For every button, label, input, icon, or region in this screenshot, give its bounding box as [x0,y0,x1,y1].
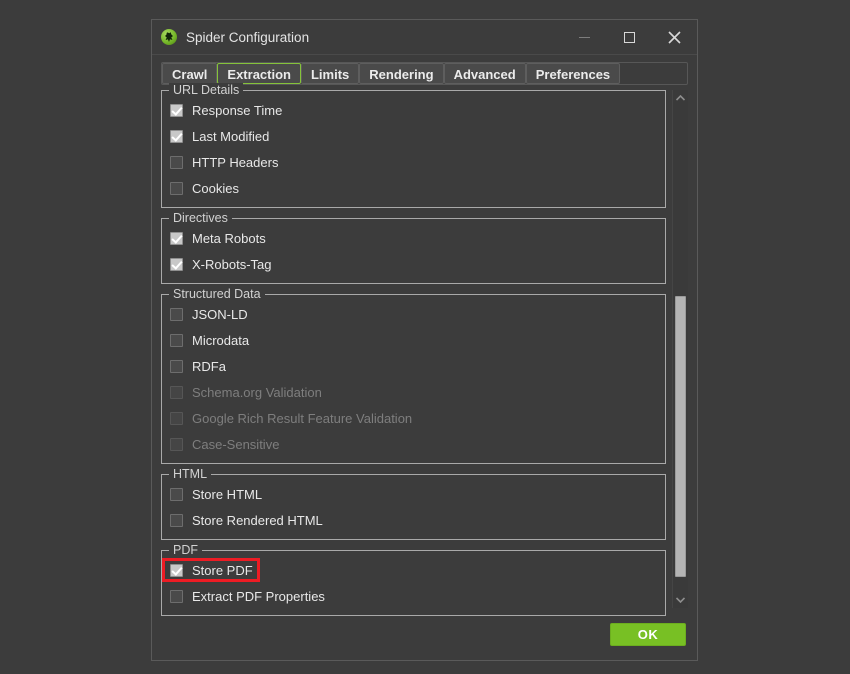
group-title-pdf: PDF [169,543,202,557]
maximize-icon[interactable] [607,20,652,54]
tab-limits[interactable]: Limits [300,63,360,84]
checkbox-store-html[interactable] [170,487,183,501]
checkbox-row-store-rendered-html[interactable]: Store Rendered HTML [162,507,665,533]
tab-strip: Crawl Extraction Limits Rendering Advanc… [161,62,688,85]
tab-rendering[interactable]: Rendering [359,63,444,84]
vertical-scrollbar[interactable] [672,90,688,608]
checkbox-row-json-ld[interactable]: JSON-LD [162,301,665,327]
checkbox-cookies[interactable] [170,181,183,195]
checkbox-store-rendered-html[interactable] [170,513,183,527]
group-url-details: URL Details Response Time Last Modified … [161,83,666,208]
tab-extraction[interactable]: Extraction [217,63,301,84]
scrollbar-thumb[interactable] [675,295,686,578]
label-last-modified: Last Modified [192,128,270,144]
label-store-html: Store HTML [192,486,263,502]
label-case-sensitive: Case-Sensitive [192,436,280,452]
group-html: HTML Store HTML Store Rendered HTML [161,467,666,540]
label-json-ld: JSON-LD [192,306,248,322]
checkbox-microdata[interactable] [170,333,183,347]
group-structured-data: Structured Data JSON-LD Microdata RDFa S… [161,287,666,464]
label-schema-org-validation: Schema.org Validation [192,384,322,400]
checkbox-row-google-rich-result-feature-validation: Google Rich Result Feature Validation [162,405,665,431]
close-icon[interactable] [652,20,697,54]
content-area: URL Details Response Time Last Modified … [152,83,697,616]
checkbox-extract-pdf-properties[interactable] [170,589,183,603]
title-bar: Spider Configuration [152,20,697,55]
checkbox-x-robots-tag[interactable] [170,257,183,271]
checkbox-row-http-headers[interactable]: HTTP Headers [162,149,665,175]
checkbox-row-store-html[interactable]: Store HTML [162,481,665,507]
checkbox-row-store-pdf[interactable]: Store PDF [162,557,665,583]
checkbox-row-cookies[interactable]: Cookies [162,175,665,201]
checkbox-case-sensitive [170,437,183,451]
checkbox-row-response-time[interactable]: Response Time [162,97,665,123]
ok-button[interactable]: OK [610,622,686,646]
checkbox-json-ld[interactable] [170,307,183,321]
label-x-robots-tag: X-Robots-Tag [192,256,272,272]
group-title-url-details: URL Details [169,83,244,97]
checkbox-row-meta-robots[interactable]: Meta Robots [162,225,665,251]
label-response-time: Response Time [192,102,283,118]
spider-logo-icon [161,29,177,45]
checkbox-http-headers[interactable] [170,155,183,169]
group-title-html: HTML [169,467,212,481]
checkbox-google-rich-result-feature-validation [170,411,183,425]
tab-strip-container: Crawl Extraction Limits Rendering Advanc… [152,55,697,85]
extraction-options-panel: URL Details Response Time Last Modified … [161,83,666,616]
label-store-pdf: Store PDF [192,562,253,578]
label-cookies: Cookies [192,180,239,196]
checkbox-row-extract-pdf-properties[interactable]: Extract PDF Properties [162,583,665,609]
checkbox-row-microdata[interactable]: Microdata [162,327,665,353]
chevron-up-icon[interactable] [673,90,688,106]
label-google-rich-result-feature-validation: Google Rich Result Feature Validation [192,410,413,426]
chevron-down-icon[interactable] [673,592,688,608]
checkbox-schema-org-validation [170,385,183,399]
label-extract-pdf-properties: Extract PDF Properties [192,588,325,604]
label-http-headers: HTTP Headers [192,154,279,170]
scrollbar-track[interactable] [673,106,688,592]
checkbox-row-x-robots-tag[interactable]: X-Robots-Tag [162,251,665,277]
checkbox-meta-robots[interactable] [170,231,183,245]
group-pdf: PDF Store PDF Extract PDF Properties [161,543,666,616]
label-microdata: Microdata [192,332,250,348]
tab-advanced[interactable]: Advanced [443,63,526,84]
label-meta-robots: Meta Robots [192,230,266,246]
checkbox-rdfa[interactable] [170,359,183,373]
tab-preferences[interactable]: Preferences [525,63,621,84]
tab-crawl[interactable]: Crawl [162,63,218,84]
checkbox-row-schema-org-validation: Schema.org Validation [162,379,665,405]
label-store-rendered-html: Store Rendered HTML [192,512,323,528]
spider-configuration-dialog: Spider Configuration Crawl Extraction Li… [151,19,698,661]
window-title: Spider Configuration [186,29,310,45]
minimize-icon[interactable] [562,20,607,54]
group-title-directives: Directives [169,211,232,225]
checkbox-row-rdfa[interactable]: RDFa [162,353,665,379]
window-controls [562,20,697,54]
checkbox-store-pdf[interactable] [170,563,183,577]
group-title-structured-data: Structured Data [169,287,265,301]
checkbox-row-last-modified[interactable]: Last Modified [162,123,665,149]
checkbox-row-case-sensitive: Case-Sensitive [162,431,665,457]
checkbox-response-time[interactable] [170,103,183,117]
checkbox-last-modified[interactable] [170,129,183,143]
label-rdfa: RDFa [192,358,226,374]
group-directives: Directives Meta Robots X-Robots-Tag [161,211,666,284]
